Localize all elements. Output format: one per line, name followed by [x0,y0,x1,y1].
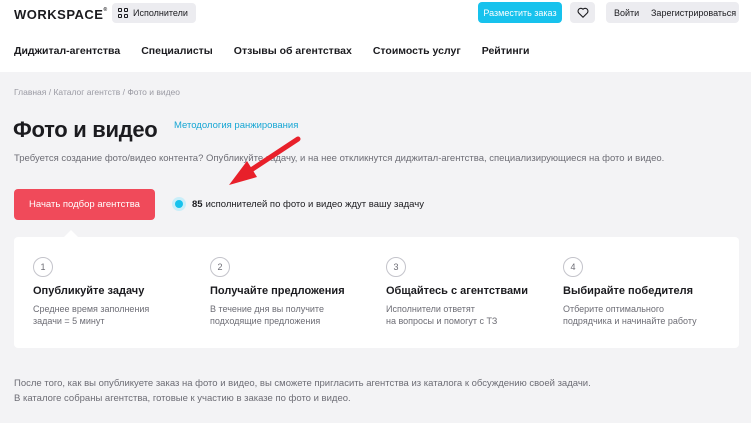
catalog-description: После того, как вы опубликуете заказ на … [14,378,591,404]
step-number: 4 [563,257,583,277]
breadcrumb: Главная / Каталог агентств / Фото и виде… [14,87,181,97]
step-description: Исполнители ответят на вопросы и помогут … [386,304,498,326]
step-number: 2 [210,257,230,277]
step-title: Общайтесь с агентствами [386,285,528,297]
heart-icon [577,7,588,18]
login-button[interactable]: Войти [606,8,647,18]
step-description: Среднее время заполнения задачи = 5 минут [33,304,150,326]
nav-item-specialists[interactable]: Специалисты [141,45,213,57]
page-title: Фото и видео [13,117,158,142]
nav-item-service-cost[interactable]: Стоимость услуг [373,45,461,57]
step-1: 1 Опубликуйте задачу Среднее время запол… [33,257,203,327]
nav-item-ratings[interactable]: Рейтинги [482,45,530,57]
breadcrumb-home[interactable]: Главная [14,87,46,97]
step-4: 4 Выбирайте победителя Отберите оптималь… [563,257,733,327]
step-title: Выбирайте победителя [563,285,693,297]
grid-icon [118,8,128,18]
methodology-link[interactable]: Методология ранжирования [174,120,298,131]
start-agency-search-button[interactable]: Начать подбор агентства [14,189,155,220]
counter-value: 85 [192,198,203,210]
step-title: Опубликуйте задачу [33,285,145,297]
favorites-button[interactable] [570,2,595,23]
logo[interactable]: WORKSPACE® [14,7,108,22]
status-dot-icon [172,197,186,211]
step-description: В течение дня вы получите подходящие пред… [210,304,324,326]
steps-card: 1 Опубликуйте задачу Среднее время запол… [14,237,739,348]
site-header: WORKSPACE® Исполнители Разместить заказ … [0,0,751,72]
breadcrumb-current: Фото и видео [127,87,181,97]
performers-button[interactable]: Исполнители [112,3,196,23]
performers-counter: 85 исполнителей по фото и видео ждут ваш… [172,197,424,211]
breadcrumb-catalog[interactable]: Каталог агентств [53,87,120,97]
step-number: 3 [386,257,406,277]
page-subtitle: Требуется создание фото/видео контента? … [14,153,665,164]
place-order-button[interactable]: Разместить заказ [478,2,562,23]
step-description: Отберите оптимального подрядчика и начина… [563,304,697,326]
step-3: 3 Общайтесь с агентствами Исполнители от… [386,257,556,327]
nav-item-digital-agencies[interactable]: Диджитал-агентства [14,45,120,57]
step-2: 2 Получайте предложения В течение дня вы… [210,257,380,327]
nav-item-agency-reviews[interactable]: Отзывы об агентствах [234,45,352,57]
step-title: Получайте предложения [210,285,345,297]
register-button[interactable]: Зарегистрироваться [647,8,736,18]
main-nav: Диджитал-агентства Специалисты Отзывы об… [14,45,551,57]
auth-group: Войти Зарегистрироваться [606,2,739,23]
performers-label: Исполнители [133,8,188,18]
step-number: 1 [33,257,53,277]
counter-text: исполнителей по фото и видео ждут вашу з… [205,198,424,210]
